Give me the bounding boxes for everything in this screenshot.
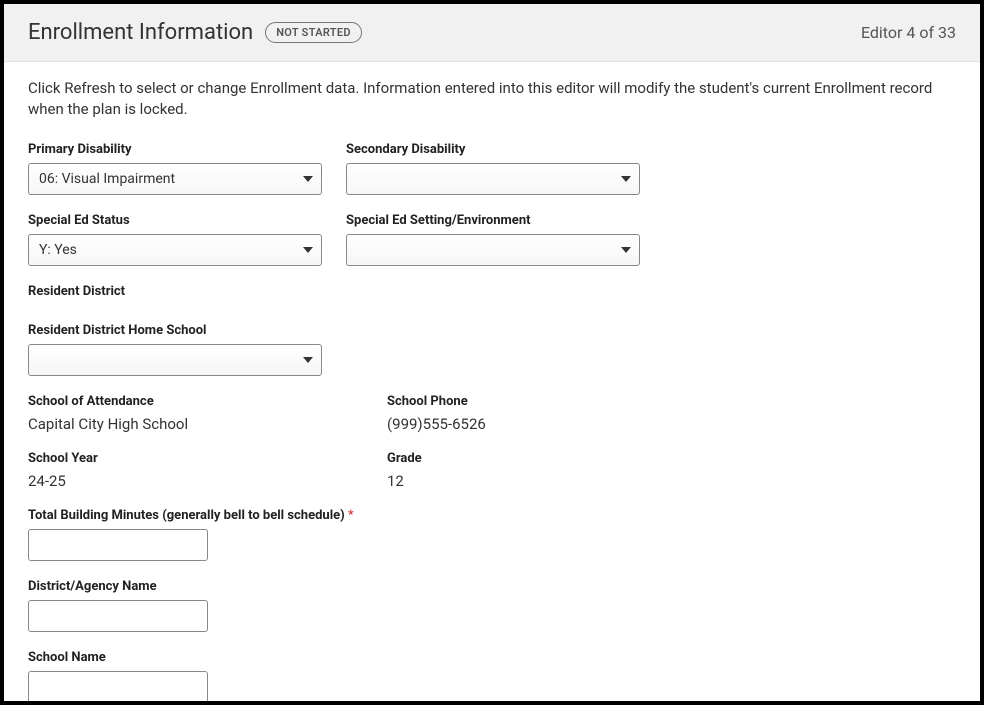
special-ed-setting-select[interactable] [346,234,640,266]
resident-district-home-school-label: Resident District Home School [28,323,322,338]
special-ed-status-label: Special Ed Status [28,213,322,228]
grade-label: Grade [387,451,422,466]
special-ed-status-select[interactable]: Y: Yes [28,234,322,266]
school-name-input[interactable] [28,671,208,703]
chevron-down-icon [303,176,313,182]
school-phone-value: (999)555-6526 [387,415,486,433]
special-ed-status-value: Y: Yes [39,242,77,258]
chevron-down-icon [621,176,631,182]
editor-progress: Editor 4 of 33 [861,23,956,42]
school-of-attendance-value: Capital City High School [28,415,363,433]
chevron-down-icon [303,247,313,253]
total-building-minutes-label: Total Building Minutes (generally bell t… [28,508,354,523]
district-agency-name-input[interactable] [28,600,208,632]
primary-disability-value: 06: Visual Impairment [39,171,175,187]
required-indicator: * [348,508,354,523]
chevron-down-icon [621,247,631,253]
school-phone-label: School Phone [387,394,486,409]
secondary-disability-label: Secondary Disability [346,142,640,157]
school-year-value: 24-25 [28,472,363,490]
grade-value: 12 [387,472,422,490]
district-agency-name-label: District/Agency Name [28,579,208,594]
chevron-down-icon [303,357,313,363]
special-ed-setting-label: Special Ed Setting/Environment [346,213,640,228]
editor-header: Enrollment Information NOT STARTED Edito… [4,4,980,62]
primary-disability-select[interactable]: 06: Visual Impairment [28,163,322,195]
school-of-attendance-label: School of Attendance [28,394,363,409]
status-badge: NOT STARTED [265,22,362,43]
primary-disability-label: Primary Disability [28,142,322,157]
instruction-text: Click Refresh to select or change Enroll… [28,78,956,120]
secondary-disability-select[interactable] [346,163,640,195]
school-year-label: School Year [28,451,363,466]
resident-district-home-school-select[interactable] [28,344,322,376]
school-name-label: School Name [28,650,208,665]
page-title: Enrollment Information [28,20,253,45]
total-building-minutes-input[interactable] [28,529,208,561]
resident-district-label: Resident District [28,284,322,299]
